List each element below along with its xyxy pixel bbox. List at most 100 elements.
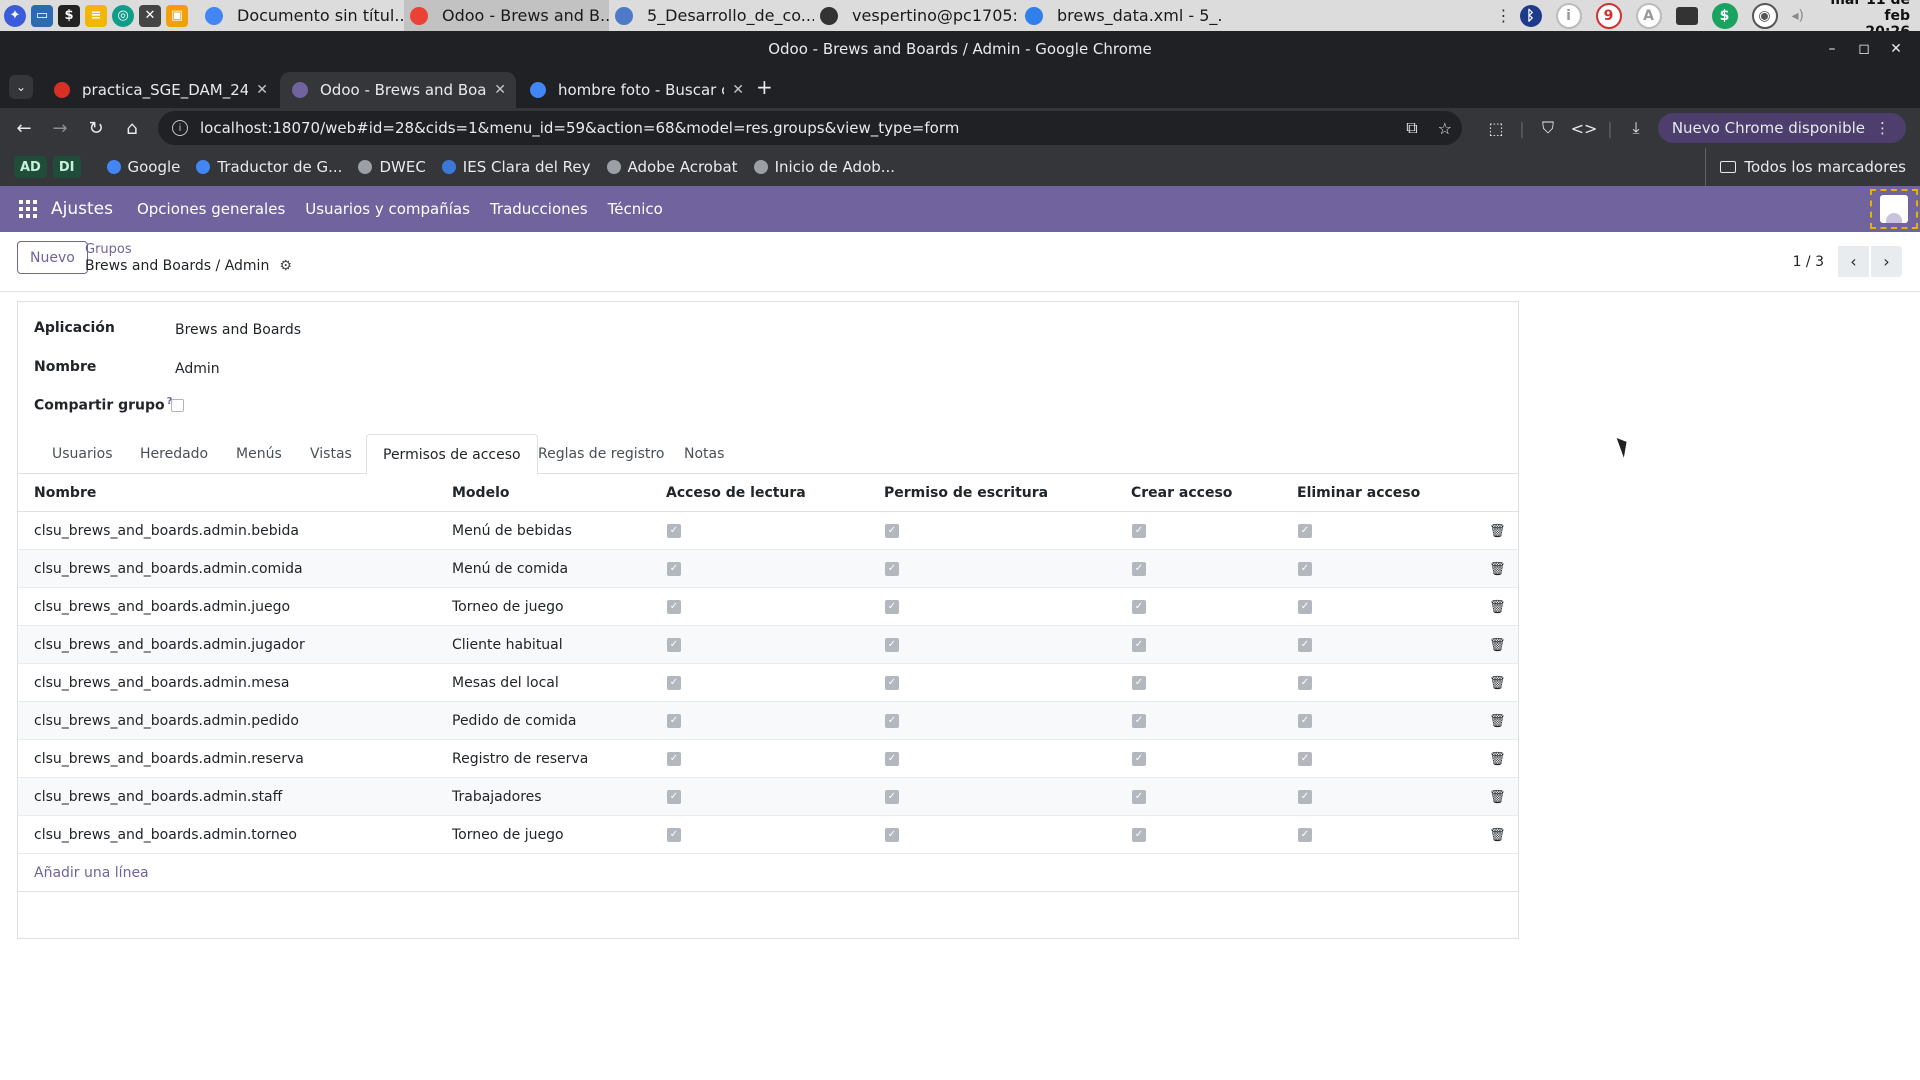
incognito-icon[interactable]: ⛉	[1530, 118, 1566, 138]
table-row[interactable]: clsu_brews_and_boards.admin.torneo Torneo…	[18, 816, 1518, 854]
eye-icon[interactable]: ◉	[1751, 2, 1778, 29]
row-name[interactable]: clsu_brews_and_boards.admin.comida	[34, 550, 303, 588]
close-window-icon[interactable]: ✕	[1880, 41, 1912, 57]
read-checkbox[interactable]: ✓	[667, 828, 681, 842]
tab-6[interactable]: Notas	[668, 434, 740, 474]
create-checkbox[interactable]: ✓	[1132, 790, 1146, 804]
desktop-icon[interactable]: ▭	[31, 4, 53, 27]
devtools-icon[interactable]: <>	[1566, 119, 1602, 138]
delete-checkbox[interactable]: ✓	[1298, 524, 1312, 538]
write-checkbox[interactable]: ✓	[885, 714, 899, 728]
tab-5[interactable]: Reglas de registro	[522, 434, 680, 474]
row-name[interactable]: clsu_brews_and_boards.admin.juego	[34, 588, 290, 626]
read-checkbox[interactable]: ✓	[667, 676, 681, 690]
delete-checkbox[interactable]: ✓	[1298, 676, 1312, 690]
row-name[interactable]: clsu_brews_and_boards.admin.jugador	[34, 626, 305, 664]
column-header-4[interactable]: Crear acceso	[1131, 474, 1232, 512]
volume-icon[interactable]: ◂)	[1792, 8, 1805, 24]
column-header-3[interactable]: Permiso de escritura	[884, 474, 1048, 512]
app-brand[interactable]: Ajustes	[51, 199, 113, 219]
notification-badge[interactable]: 9	[1595, 2, 1622, 29]
forward-icon[interactable]: →	[42, 118, 78, 139]
trash-icon[interactable]: 🗑	[1489, 524, 1506, 539]
row-model[interactable]: Trabajadores	[452, 778, 542, 816]
home-icon[interactable]: ⌂	[114, 118, 150, 139]
minimize-icon[interactable]: –	[1816, 41, 1848, 57]
trash-icon[interactable]: 🗑	[1489, 638, 1506, 653]
tab-4[interactable]: Permisos de acceso	[366, 434, 538, 475]
extensions-icon[interactable]: ⬚	[1478, 119, 1514, 138]
display-icon[interactable]	[1675, 6, 1698, 25]
breadcrumb[interactable]: Grupos	[85, 242, 132, 257]
row-model[interactable]: Registro de reserva	[452, 740, 588, 778]
read-checkbox[interactable]: ✓	[667, 562, 681, 576]
create-checkbox[interactable]: ✓	[1132, 828, 1146, 842]
site-info-icon[interactable]: i	[172, 120, 188, 136]
name-field[interactable]: Admin	[175, 361, 220, 377]
table-row[interactable]: clsu_brews_and_boards.admin.bebida Menú d…	[18, 512, 1518, 550]
table-row[interactable]: clsu_brews_and_boards.admin.juego Torneo …	[18, 588, 1518, 626]
trash-icon[interactable]: 🗑	[1489, 676, 1506, 691]
close-tab-icon[interactable]: ✕	[732, 82, 744, 98]
delete-checkbox[interactable]: ✓	[1298, 752, 1312, 766]
column-header-1[interactable]: Modelo	[452, 474, 509, 512]
close-tab-icon[interactable]: ✕	[256, 82, 268, 98]
info-icon[interactable]: i	[1555, 2, 1582, 29]
row-model[interactable]: Torneo de juego	[452, 588, 564, 626]
write-checkbox[interactable]: ✓	[885, 600, 899, 614]
bookmark-0[interactable]: Google	[106, 158, 180, 176]
delete-checkbox[interactable]: ✓	[1298, 638, 1312, 652]
row-model[interactable]: Pedido de comida	[452, 702, 576, 740]
write-checkbox[interactable]: ✓	[885, 828, 899, 842]
terminal-icon[interactable]: $	[58, 4, 80, 27]
menu-item-3[interactable]: Técnico	[608, 200, 663, 218]
column-header-0[interactable]: Nombre	[34, 474, 96, 512]
table-row[interactable]: clsu_brews_and_boards.admin.comida Menú d…	[18, 550, 1518, 588]
install-icon[interactable]: ⧉	[1406, 118, 1417, 138]
tab-search-icon[interactable]: ⌄	[9, 75, 33, 99]
row-name[interactable]: clsu_brews_and_boards.admin.pedido	[34, 702, 299, 740]
row-name[interactable]: clsu_brews_and_boards.admin.reserva	[34, 740, 304, 778]
browser-alt-icon[interactable]: ◎	[112, 4, 134, 27]
delete-checkbox[interactable]: ✓	[1298, 600, 1312, 614]
table-row[interactable]: clsu_brews_and_boards.admin.staff Trabaja…	[18, 778, 1518, 816]
download-icon[interactable]: ⤓	[1618, 118, 1654, 138]
bookmark-star-icon[interactable]: ☆	[1438, 119, 1452, 138]
create-checkbox[interactable]: ✓	[1132, 638, 1146, 652]
pager-value[interactable]: 1 / 3	[1793, 254, 1824, 270]
create-checkbox[interactable]: ✓	[1132, 562, 1146, 576]
application-field[interactable]: Brews and Boards	[175, 322, 301, 338]
column-header-2[interactable]: Acceso de lectura	[666, 474, 806, 512]
write-checkbox[interactable]: ✓	[885, 676, 899, 690]
write-checkbox[interactable]: ✓	[885, 562, 899, 576]
notes-icon[interactable]: ≡	[85, 4, 107, 27]
vpn-icon[interactable]: $	[1711, 2, 1738, 29]
create-checkbox[interactable]: ✓	[1132, 600, 1146, 614]
menu-item-2[interactable]: Traducciones	[490, 200, 588, 218]
new-tab-icon[interactable]: +	[756, 77, 773, 97]
delete-checkbox[interactable]: ✓	[1298, 714, 1312, 728]
tools-icon[interactable]: ✕	[139, 4, 161, 27]
menu-item-0[interactable]: Opciones generales	[137, 200, 285, 218]
trash-icon[interactable]: 🗑	[1489, 790, 1506, 805]
app-launcher-icon[interactable]: ✦	[4, 4, 26, 27]
bluetooth-icon[interactable]: ᛒ	[1519, 4, 1542, 27]
row-model[interactable]: Menú de comida	[452, 550, 568, 588]
delete-checkbox[interactable]: ✓	[1298, 562, 1312, 576]
back-icon[interactable]: ←	[6, 118, 42, 139]
trash-icon[interactable]: 🗑	[1489, 562, 1506, 577]
trash-icon[interactable]: 🗑	[1489, 752, 1506, 767]
write-checkbox[interactable]: ✓	[885, 790, 899, 804]
chrome-update-button[interactable]: Nuevo Chrome disponible ⋮	[1657, 113, 1906, 143]
table-row[interactable]: clsu_brews_and_boards.admin.reserva Regis…	[18, 740, 1518, 778]
bookmark-badge-di[interactable]: DI	[52, 156, 81, 178]
create-checkbox[interactable]: ✓	[1132, 752, 1146, 766]
write-checkbox[interactable]: ✓	[885, 752, 899, 766]
user-avatar[interactable]	[1870, 189, 1918, 229]
row-model[interactable]: Mesas del local	[452, 664, 559, 702]
all-bookmarks[interactable]: Todos los marcadores	[1705, 148, 1906, 186]
table-row[interactable]: clsu_brews_and_boards.admin.mesa Mesas de…	[18, 664, 1518, 702]
reload-icon[interactable]: ↻	[78, 118, 114, 139]
read-checkbox[interactable]: ✓	[667, 524, 681, 538]
read-checkbox[interactable]: ✓	[667, 752, 681, 766]
